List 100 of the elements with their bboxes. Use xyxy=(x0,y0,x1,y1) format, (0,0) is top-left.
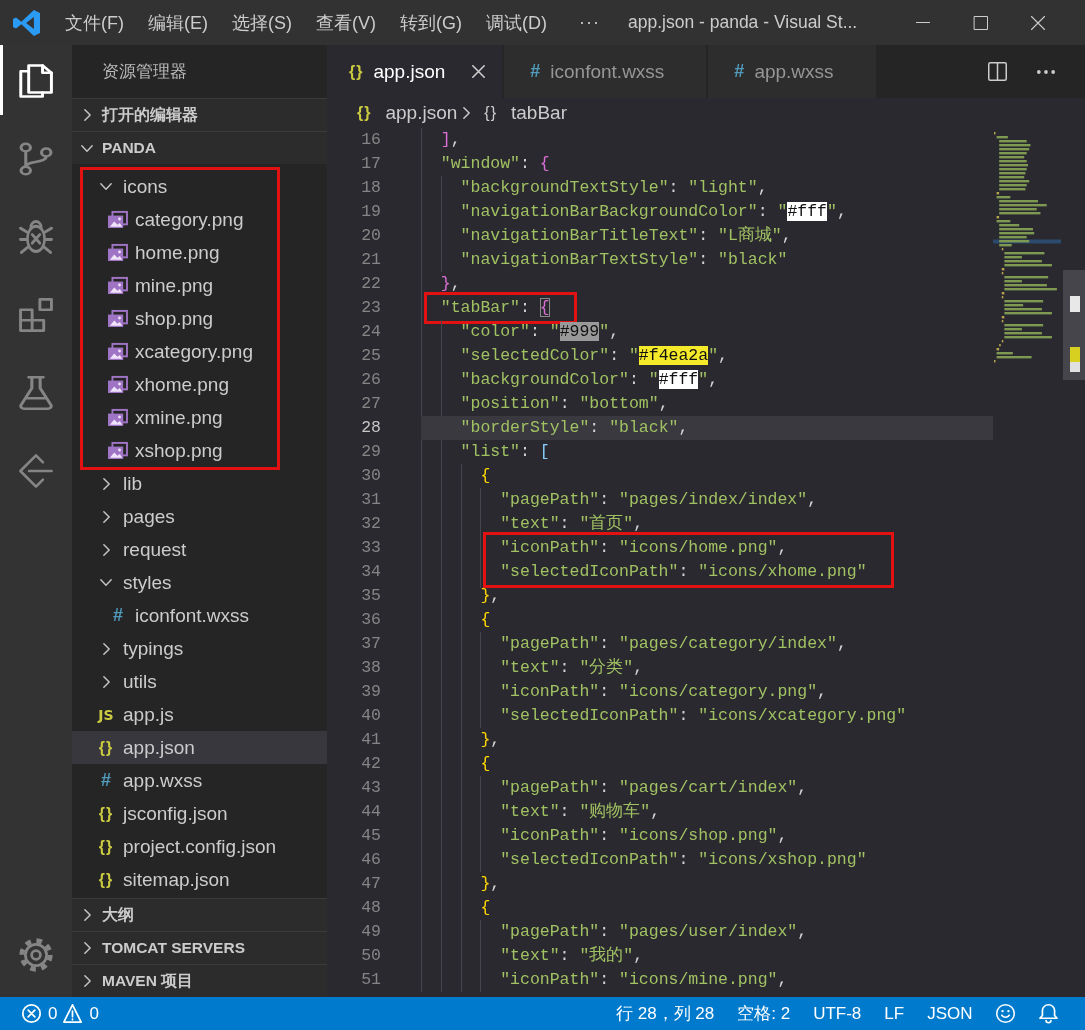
tree-item[interactable]: mine.png xyxy=(83,269,277,302)
code-line: "text": "购物车", xyxy=(500,801,661,823)
close-icon[interactable] xyxy=(1031,15,1045,30)
tree-item[interactable]: {} sitemap.json xyxy=(72,863,327,896)
warnings-button[interactable]: 0 xyxy=(63,1003,99,1024)
tree-item[interactable]: JS app.js xyxy=(72,698,327,731)
window-title: app.json - panda - Visual St... xyxy=(627,12,858,33)
tree-item[interactable]: lib xyxy=(72,467,327,500)
tree-item[interactable]: styles xyxy=(72,566,327,599)
diamond-arrow-icon[interactable] xyxy=(19,454,53,488)
code-line: { xyxy=(480,753,491,775)
code-line: "backgroundColor": "#fff", xyxy=(460,369,719,391)
image-icon xyxy=(108,244,128,261)
bell-icon[interactable] xyxy=(1039,1004,1058,1023)
line-number: 23 xyxy=(361,297,381,319)
menu-item[interactable]: 调试(D) xyxy=(486,10,547,35)
errors-button[interactable]: 0 xyxy=(22,1003,58,1024)
braces-icon: {} xyxy=(98,837,114,856)
line-number: 16 xyxy=(361,129,381,151)
editor-tab[interactable]: {} app.json xyxy=(327,45,503,98)
overview-ruler-mark xyxy=(1070,296,1080,312)
menu-item[interactable]: 转到(G) xyxy=(400,10,462,35)
close-icon[interactable] xyxy=(472,65,486,78)
code-line: "text": "我的", xyxy=(500,945,644,967)
tree-item[interactable]: {} jsconfig.json xyxy=(72,797,327,830)
line-number: 40 xyxy=(361,705,381,727)
section-header[interactable]: PANDA xyxy=(72,131,327,164)
menu-item[interactable]: 文件(F) xyxy=(65,10,124,35)
files-icon[interactable] xyxy=(19,64,53,98)
section-header[interactable]: TOMCAT SERVERS xyxy=(72,931,327,964)
line-number: 38 xyxy=(361,657,381,679)
status-item[interactable]: LF xyxy=(884,1003,905,1024)
code-line: "tabBar": { xyxy=(440,297,550,319)
line-number: 41 xyxy=(361,729,381,751)
status-item[interactable]: UTF-8 xyxy=(813,1003,862,1024)
code-line: "position": "bottom", xyxy=(460,393,669,415)
braces-icon: {} xyxy=(98,870,114,889)
image-icon xyxy=(108,442,128,459)
breadcrumb-item[interactable]: {} tabBar xyxy=(484,102,567,124)
line-number: 21 xyxy=(361,249,381,271)
branch-icon[interactable] xyxy=(19,142,53,176)
line-number: 43 xyxy=(361,777,381,799)
tree-item[interactable]: xmine.png xyxy=(83,401,277,434)
js-icon: JS xyxy=(98,706,114,723)
overflow-menu[interactable]: ··· xyxy=(579,12,600,33)
code-line: "text": "首页", xyxy=(500,513,644,535)
tree-item[interactable]: xshop.png xyxy=(83,434,277,467)
code-line: "list": [ xyxy=(460,441,550,463)
tree-item[interactable]: pages xyxy=(72,500,327,533)
tree-item[interactable]: home.png xyxy=(83,236,277,269)
split-editor-icon[interactable] xyxy=(988,62,1007,81)
status-item[interactable]: 行 28，列 28 xyxy=(615,1002,715,1025)
tree-item[interactable]: {} project.config.json xyxy=(72,830,327,863)
line-number: 31 xyxy=(361,489,381,511)
more-icon[interactable] xyxy=(1037,69,1055,74)
tree-item[interactable]: icons xyxy=(83,170,277,203)
tree-item[interactable]: # iconfont.wxss xyxy=(72,599,327,632)
section-header[interactable]: 大纲 xyxy=(72,898,327,931)
braces-icon: {} xyxy=(98,738,114,757)
code-line: "selectedIconPath": "icons/xhome.png" xyxy=(500,561,867,583)
extensions-icon[interactable] xyxy=(19,298,53,332)
bug-icon[interactable] xyxy=(19,220,53,254)
code-line: "navigationBarBackgroundColor": "#fff", xyxy=(460,201,847,223)
flask-icon[interactable] xyxy=(19,376,53,410)
tree-item[interactable]: {} app.json xyxy=(72,731,327,764)
editor-tab[interactable]: # app.wxss xyxy=(708,45,876,98)
code-line: "pagePath": "pages/category/index", xyxy=(500,633,847,655)
image-icon xyxy=(108,310,128,327)
menu-item[interactable]: 选择(S) xyxy=(232,10,292,35)
editor-tab[interactable]: # iconfont.wxss xyxy=(504,45,707,98)
code-line: "navigationBarTitleText": "L商城", xyxy=(460,225,792,247)
line-number: 47 xyxy=(361,873,381,895)
section-header[interactable]: MAVEN 项目 xyxy=(72,964,327,997)
tree-item[interactable]: xcategory.png xyxy=(83,335,277,368)
menu-item[interactable]: 查看(V) xyxy=(316,10,376,35)
code-line: { xyxy=(480,609,491,631)
line-number: 34 xyxy=(361,561,381,583)
code-line: "pagePath": "pages/cart/index", xyxy=(500,777,808,799)
line-number: 32 xyxy=(361,513,381,535)
status-item[interactable]: 空格: 2 xyxy=(737,1002,791,1025)
line-number: 30 xyxy=(361,465,381,487)
tree-item[interactable]: shop.png xyxy=(83,302,277,335)
settings-icon[interactable] xyxy=(19,938,53,972)
tree-item[interactable]: typings xyxy=(72,632,327,665)
tree-item[interactable]: utils xyxy=(72,665,327,698)
smiley-icon[interactable] xyxy=(996,1004,1015,1023)
tree-item[interactable]: # app.wxss xyxy=(72,764,327,797)
status-item[interactable]: JSON xyxy=(927,1003,973,1024)
braces-icon: {} xyxy=(357,104,372,122)
line-number: 35 xyxy=(361,585,381,607)
tree-item[interactable]: xhome.png xyxy=(83,368,277,401)
breadcrumb-item[interactable]: {} app.json xyxy=(357,102,458,124)
menu-item[interactable]: 编辑(E) xyxy=(148,10,208,35)
line-number: 45 xyxy=(361,825,381,847)
tree-item[interactable]: category.png xyxy=(83,203,277,236)
maximize-icon[interactable] xyxy=(974,15,988,30)
logo-icon xyxy=(13,9,40,36)
section-header[interactable]: 打开的编辑器 xyxy=(72,98,327,131)
code-line: "text": "分类", xyxy=(500,657,644,679)
tree-item[interactable]: request xyxy=(72,533,327,566)
